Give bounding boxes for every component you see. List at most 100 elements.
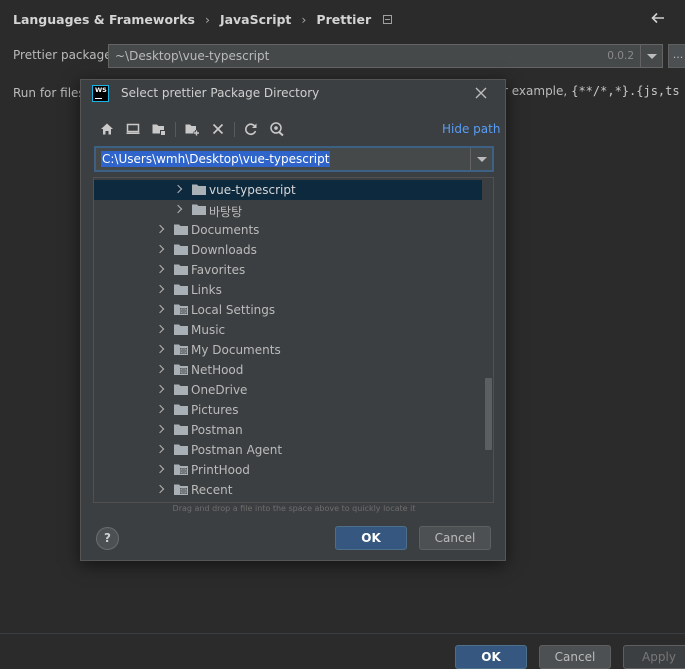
folder-icon <box>174 424 188 435</box>
tree-row-label: Postman <box>191 423 243 437</box>
folder-icon <box>174 444 188 455</box>
breadcrumb: Languages & Frameworks › JavaScript › Pr… <box>13 10 393 28</box>
tree-row-label: PrintHood <box>191 463 250 477</box>
chevron-down-icon[interactable] <box>470 148 492 170</box>
tree-row[interactable]: Local Settings <box>94 300 482 320</box>
project-folder-icon[interactable] <box>151 121 167 137</box>
prettier-package-combo[interactable]: ~\Desktop\vue-typescript 0.0.2 <box>108 44 663 68</box>
chevron-right-icon[interactable] <box>174 204 184 214</box>
tree-row-label: Recent <box>191 483 233 497</box>
dialog-cancel-button[interactable]: Cancel <box>419 526 491 550</box>
directory-tree[interactable]: vue-typescript 바탕탕 Documents Downloads Favor… <box>93 177 494 503</box>
chevron-right-icon[interactable] <box>156 364 166 374</box>
tree-row[interactable]: Favorites <box>94 260 482 280</box>
tree-row-label: vue-typescript <box>209 183 296 197</box>
tree-row[interactable]: OneDrive <box>94 380 482 400</box>
folder-icon <box>174 404 188 415</box>
tree-row[interactable]: Postman <box>94 420 482 440</box>
tree-scrollbar-thumb[interactable] <box>485 378 492 450</box>
tree-row-label: Local Settings <box>191 303 276 317</box>
chevron-right-icon[interactable] <box>156 264 166 274</box>
home-icon[interactable] <box>99 121 115 137</box>
tree-row[interactable]: PrintHood <box>94 460 482 480</box>
webstorm-logo: WS <box>92 85 109 102</box>
toolbar-divider <box>175 121 176 137</box>
chevron-right-icon[interactable] <box>156 324 166 334</box>
tree-row[interactable]: 바탕탕 <box>94 200 482 220</box>
breadcrumb-separator: › <box>301 11 307 27</box>
path-input-value: C:\Users\wmh\Desktop\vue-typescript <box>101 151 331 167</box>
run-for-files-field[interactable]: r example, {**/*,*}.{js,ts <box>503 84 680 98</box>
tree-row[interactable]: Pictures <box>94 400 482 420</box>
breadcrumb-separator: › <box>204 11 210 27</box>
special-folder-icon <box>174 344 188 355</box>
tree-row[interactable]: Links <box>94 280 482 300</box>
run-for-files-glob: {**/*,*}.{js,ts <box>571 84 680 98</box>
desktop-icon[interactable] <box>125 121 141 137</box>
special-folder-icon <box>174 484 188 495</box>
chevron-right-icon[interactable] <box>156 404 166 414</box>
new-folder-icon[interactable] <box>184 121 200 137</box>
tree-row-label: Postman Agent <box>191 443 283 457</box>
tree-row-label: Documents <box>191 223 260 237</box>
tree-row-label: OneDrive <box>191 383 248 397</box>
delete-icon[interactable] <box>210 121 226 137</box>
close-icon[interactable] <box>474 86 488 100</box>
special-folder-icon <box>174 464 188 475</box>
settings-apply-button[interactable]: Apply <box>623 645 685 669</box>
tree-row[interactable]: vue-typescript <box>94 180 482 200</box>
chevron-right-icon[interactable] <box>156 444 166 454</box>
path-input[interactable]: C:\Users\wmh\Desktop\vue-typescript <box>95 147 493 171</box>
folder-icon <box>174 324 188 335</box>
tree-row[interactable]: Recent <box>94 480 482 500</box>
tree-row-label: Pictures <box>191 403 239 417</box>
folder-icon <box>174 264 188 275</box>
folder-icon <box>174 384 188 395</box>
tree-row-label: My Documents <box>191 343 281 357</box>
tree-row-label: Music <box>191 323 226 337</box>
chevron-right-icon[interactable] <box>156 464 166 474</box>
tree-row-label: 바탕탕 <box>209 205 243 219</box>
settings-ok-button[interactable]: OK <box>455 645 527 669</box>
tree-row-label: Favorites <box>191 263 246 277</box>
chevron-right-icon[interactable] <box>156 484 166 494</box>
chevron-right-icon[interactable] <box>156 344 166 354</box>
tree-row[interactable]: My Documents <box>94 340 482 360</box>
run-for-files-label: Run for files: <box>13 86 89 100</box>
hide-path-link[interactable]: Hide path <box>442 122 500 136</box>
help-button[interactable]: ? <box>96 527 119 550</box>
special-folder-icon <box>174 364 188 375</box>
chevron-right-icon[interactable] <box>156 424 166 434</box>
prettier-package-version: 0.0.2 <box>607 50 634 62</box>
footer-divider <box>0 633 685 634</box>
chevron-down-icon[interactable] <box>640 45 662 67</box>
chevron-right-icon[interactable] <box>156 244 166 254</box>
dialog-title-bar[interactable]: WS Select prettier Package Directory <box>81 80 505 108</box>
project-scope-icon <box>383 14 393 24</box>
prettier-package-value: ~\Desktop\vue-typescript <box>115 49 270 63</box>
chevron-right-icon[interactable] <box>156 224 166 234</box>
back-arrow-icon[interactable] <box>649 9 667 27</box>
breadcrumb-javascript[interactable]: JavaScript <box>220 12 291 27</box>
chevron-right-icon[interactable] <box>156 284 166 294</box>
tree-row[interactable]: Postman Agent <box>94 440 482 460</box>
browse-button[interactable]: ... <box>668 44 685 68</box>
breadcrumb-prettier: Prettier <box>316 11 372 27</box>
chevron-right-icon[interactable] <box>156 384 166 394</box>
refresh-icon[interactable] <box>243 121 259 137</box>
folder-icon <box>192 204 206 215</box>
tree-row-label: Downloads <box>191 243 257 257</box>
folder-icon <box>174 224 188 235</box>
chevron-right-icon[interactable] <box>174 184 184 194</box>
folder-icon <box>174 244 188 255</box>
chevron-right-icon[interactable] <box>156 304 166 314</box>
tree-scrollbar[interactable] <box>483 178 493 502</box>
show-hidden-files-icon[interactable] <box>269 121 285 137</box>
settings-cancel-button[interactable]: Cancel <box>539 645 611 669</box>
tree-row[interactable]: Music <box>94 320 482 340</box>
breadcrumb-languages-frameworks[interactable]: Languages & Frameworks <box>13 12 195 27</box>
dialog-ok-button[interactable]: OK <box>335 526 407 550</box>
tree-row[interactable]: Documents <box>94 220 482 240</box>
tree-row[interactable]: Downloads <box>94 240 482 260</box>
tree-row[interactable]: NetHood <box>94 360 482 380</box>
